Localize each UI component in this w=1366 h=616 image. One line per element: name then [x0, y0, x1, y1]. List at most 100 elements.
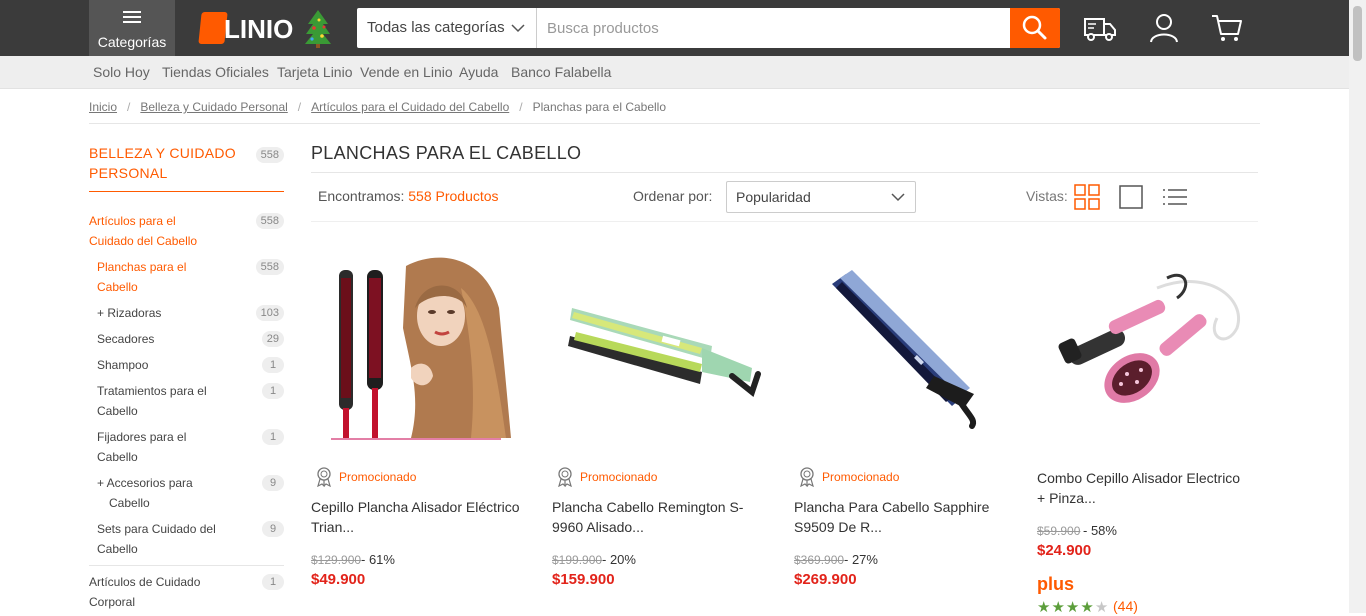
- star-rating: ★★★★★: [1037, 598, 1109, 616]
- christmas-tree-icon: [305, 10, 331, 48]
- sidebar-divider: [89, 565, 284, 566]
- product-card[interactable]: Combo Cepillo Alisador Electrico + Pinza…: [1037, 248, 1263, 616]
- product-card[interactable]: Promocionado Plancha Para Cabello Sapphi…: [794, 248, 1020, 613]
- user-icon[interactable]: [1146, 10, 1182, 46]
- price: $49.900: [311, 571, 366, 588]
- title-divider: [311, 172, 1258, 173]
- sort-select[interactable]: Popularidad: [726, 181, 916, 213]
- breadcrumb-divider: [89, 123, 1260, 124]
- sidebar-heading[interactable]: BELLEZA Y CUIDADO PERSONAL: [89, 143, 239, 183]
- sidebar-item-label: Planchas para el: [97, 260, 187, 274]
- list-view-icon[interactable]: [1162, 184, 1188, 210]
- sidebar-item-shampoo[interactable]: Shampoo: [97, 355, 148, 375]
- sidebar-heading-line1: BELLEZA Y CUIDADO: [89, 145, 236, 161]
- sidebar-item-label: Cabello: [97, 450, 138, 464]
- results-prefix: Encontramos:: [318, 188, 405, 204]
- product-image-brush-curler-combo[interactable]: [1037, 248, 1263, 448]
- results-count: Encontramos: 558 Productos: [318, 188, 499, 204]
- sidebar-item-label: Tratamientos para el: [97, 384, 207, 398]
- single-view-icon[interactable]: [1118, 184, 1144, 210]
- nav-link-tarjeta-linio[interactable]: Tarjeta Linio: [277, 64, 353, 80]
- product-name[interactable]: Plancha Cabello Remington S- 9960 Alisad…: [552, 497, 778, 537]
- sidebar-item-fijadores[interactable]: Fijadores para el Cabello: [97, 427, 186, 467]
- scrollbar[interactable]: [1349, 0, 1366, 613]
- nav-link-tiendas-oficiales[interactable]: Tiendas Oficiales: [162, 64, 269, 80]
- price: $159.900: [552, 571, 615, 588]
- product-name[interactable]: Plancha Para Cabello Sapphire S9509 De R…: [794, 497, 1020, 537]
- sidebar-item-planchas[interactable]: Planchas para el Cabello: [97, 257, 186, 297]
- sidebar-item-label: Secadores: [97, 332, 155, 346]
- sidebar-item-count: 103: [255, 305, 284, 321]
- product-name-line1: Combo Cepillo Alisador Electrico: [1037, 470, 1241, 486]
- award-ribbon-icon: [800, 467, 814, 487]
- secondary-nav: Solo Hoy Tiendas Oficiales Tarjeta Linio…: [0, 56, 1366, 89]
- product-card[interactable]: Promocionado Plancha Cabello Remington S…: [552, 248, 778, 613]
- old-price: $59.900: [1037, 524, 1081, 538]
- categories-button[interactable]: Categorías: [89, 0, 175, 56]
- star-icon: ★: [1051, 599, 1066, 616]
- results-count-value: 558 Productos: [408, 188, 499, 204]
- breadcrumb-belleza[interactable]: Belleza y Cuidado Personal: [140, 100, 287, 114]
- review-count[interactable]: (44): [1113, 598, 1138, 614]
- search-button[interactable]: [1010, 8, 1060, 48]
- categories-label: Categorías: [97, 34, 167, 50]
- search-input[interactable]: [538, 8, 1010, 48]
- chevron-down-icon: [891, 193, 905, 202]
- breadcrumb-inicio[interactable]: Inicio: [89, 100, 117, 114]
- sidebar-item-label: Cabello: [97, 280, 138, 294]
- sidebar-item-cuidado-corporal[interactable]: Artículos de Cuidado Corporal: [89, 572, 200, 612]
- price: $24.900: [1037, 542, 1092, 559]
- sidebar-heading-underline: [89, 191, 284, 192]
- sidebar-item-label: Cabello: [97, 542, 138, 556]
- sidebar-item-label: Fijadores para el: [97, 430, 187, 444]
- sidebar-item-secadores[interactable]: Secadores: [97, 329, 154, 349]
- category-select-value: Todas las categorías: [367, 19, 505, 36]
- nav-link-solo-hoy[interactable]: Solo Hoy: [93, 64, 150, 80]
- old-price: $199.900: [552, 553, 603, 567]
- product-card[interactable]: Promocionado Cepillo Plancha Alisador El…: [311, 248, 537, 613]
- sidebar-item-count: 29: [261, 331, 284, 347]
- sidebar-item-label: Cabello: [97, 404, 138, 418]
- linio-logo[interactable]: LINIO: [198, 8, 300, 48]
- star-icon: ★: [1094, 599, 1110, 616]
- shipping-truck-icon[interactable]: [1082, 10, 1118, 46]
- sort-select-value: Popularidad: [736, 189, 811, 205]
- category-select[interactable]: Todas las categorías: [357, 8, 537, 48]
- nav-link-vende-en-linio[interactable]: Vende en Linio: [360, 64, 453, 80]
- product-name-line2: Trian...: [311, 519, 355, 535]
- cart-icon[interactable]: [1209, 10, 1245, 46]
- sidebar-heading-line2: PERSONAL: [89, 165, 168, 181]
- nav-link-ayuda[interactable]: Ayuda: [459, 64, 498, 80]
- price: $269.900: [794, 571, 857, 588]
- sidebar-item-rizadoras[interactable]: + Rizadoras: [97, 303, 161, 323]
- star-icon: ★: [1080, 599, 1095, 616]
- chevron-down-icon: [511, 24, 525, 33]
- product-name[interactable]: Cepillo Plancha Alisador Eléctrico Trian…: [311, 497, 537, 537]
- views-label: Vistas:: [1026, 188, 1068, 204]
- sidebar-item-count: 1: [262, 357, 284, 373]
- breadcrumb-cuidado-cabello[interactable]: Artículos para el Cuidado del Cabello: [311, 100, 509, 114]
- product-image-sapphire-straightener[interactable]: [794, 248, 1020, 448]
- search-icon: [1022, 15, 1047, 40]
- sidebar-item-cuidado-cabello[interactable]: Artículos para el Cuidado del Cabello: [89, 211, 197, 251]
- sidebar-item-accesorios[interactable]: + Accesorios para Cabello: [97, 473, 193, 513]
- product-name[interactable]: Combo Cepillo Alisador Electrico + Pinza…: [1037, 468, 1263, 508]
- sidebar-item-label: Artículos para el: [89, 214, 176, 228]
- nav-link-banco-falabella[interactable]: Banco Falabella: [511, 64, 611, 80]
- logo-text: LINIO: [224, 14, 294, 44]
- toolbar-divider: [311, 221, 1258, 222]
- sidebar-item-label: Shampoo: [97, 358, 149, 372]
- product-image-remington-straightener[interactable]: [552, 248, 778, 448]
- product-name-line1: Plancha Para Cabello Sapphire: [794, 499, 990, 515]
- sidebar-item-label: Artículos de Cuidado: [89, 575, 201, 589]
- product-image-brush-straightener[interactable]: [311, 248, 537, 448]
- sort-label: Ordenar por:: [633, 188, 713, 204]
- discount: - 58%: [1083, 523, 1117, 538]
- sidebar-item-tratamientos[interactable]: Tratamientos para el Cabello: [97, 381, 207, 421]
- grid-view-icon[interactable]: [1074, 184, 1100, 210]
- star-icon: ★: [1037, 599, 1052, 616]
- sidebar-item-sets[interactable]: Sets para Cuidado del Cabello: [97, 519, 216, 559]
- discount: - 27%: [844, 552, 878, 567]
- sidebar-item-count: 558: [255, 259, 284, 275]
- scrollbar-thumb[interactable]: [1353, 6, 1362, 61]
